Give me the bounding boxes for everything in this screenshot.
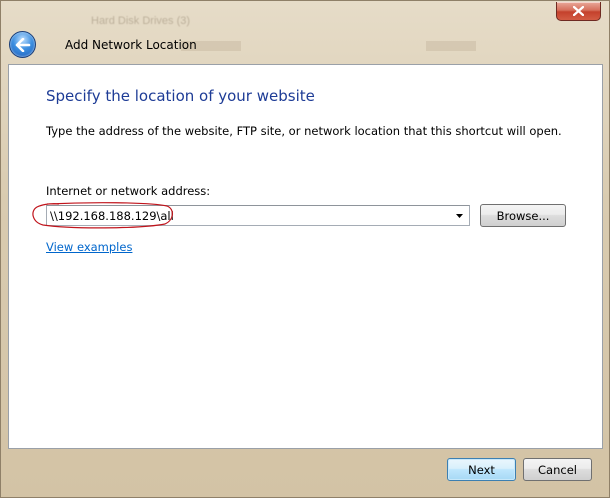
view-examples-link[interactable]: View examples [46, 240, 132, 254]
instruction-text: Type the address of the website, FTP sit… [46, 124, 562, 138]
window-frame: Hard Disk Drives (3) Add Network Locatio… [0, 0, 610, 498]
chevron-down-icon [455, 213, 463, 218]
address-input[interactable] [50, 207, 445, 224]
next-button[interactable]: Next [447, 458, 516, 481]
window-title: Add Network Location [65, 38, 197, 52]
address-dropdown-button[interactable] [451, 207, 467, 224]
wizard-content: Specify the location of your website Typ… [8, 64, 603, 449]
page-heading: Specify the location of your website [46, 87, 315, 105]
background-window-bar [426, 41, 476, 51]
back-button[interactable] [9, 31, 36, 58]
address-label: Internet or network address: [46, 184, 211, 198]
address-combobox[interactable] [46, 205, 470, 226]
close-button[interactable] [556, 2, 601, 21]
background-window-text: Hard Disk Drives (3) [91, 15, 191, 27]
close-x-icon [573, 6, 584, 16]
browse-button[interactable]: Browse... [480, 204, 566, 227]
back-arrow-icon [15, 37, 30, 52]
cancel-button[interactable]: Cancel [523, 458, 592, 481]
